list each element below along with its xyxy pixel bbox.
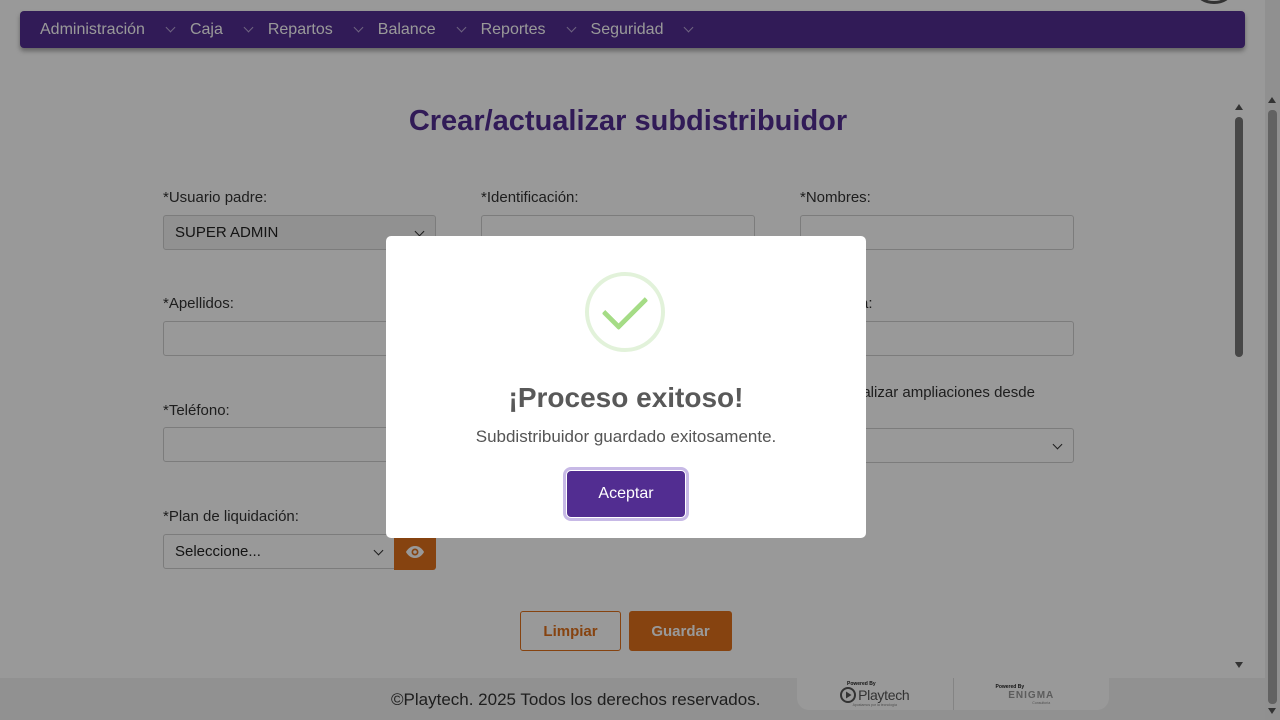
check-circle-icon bbox=[585, 272, 665, 352]
dialog-message: Subdistribuidor guardado exitosamente. bbox=[475, 427, 777, 446]
checkmark-icon bbox=[601, 283, 649, 331]
accept-button[interactable]: Aceptar bbox=[566, 470, 686, 518]
success-dialog: ¡Proceso exitoso! Subdistribuidor guarda… bbox=[386, 236, 866, 538]
dialog-title: ¡Proceso exitoso! bbox=[508, 382, 744, 413]
